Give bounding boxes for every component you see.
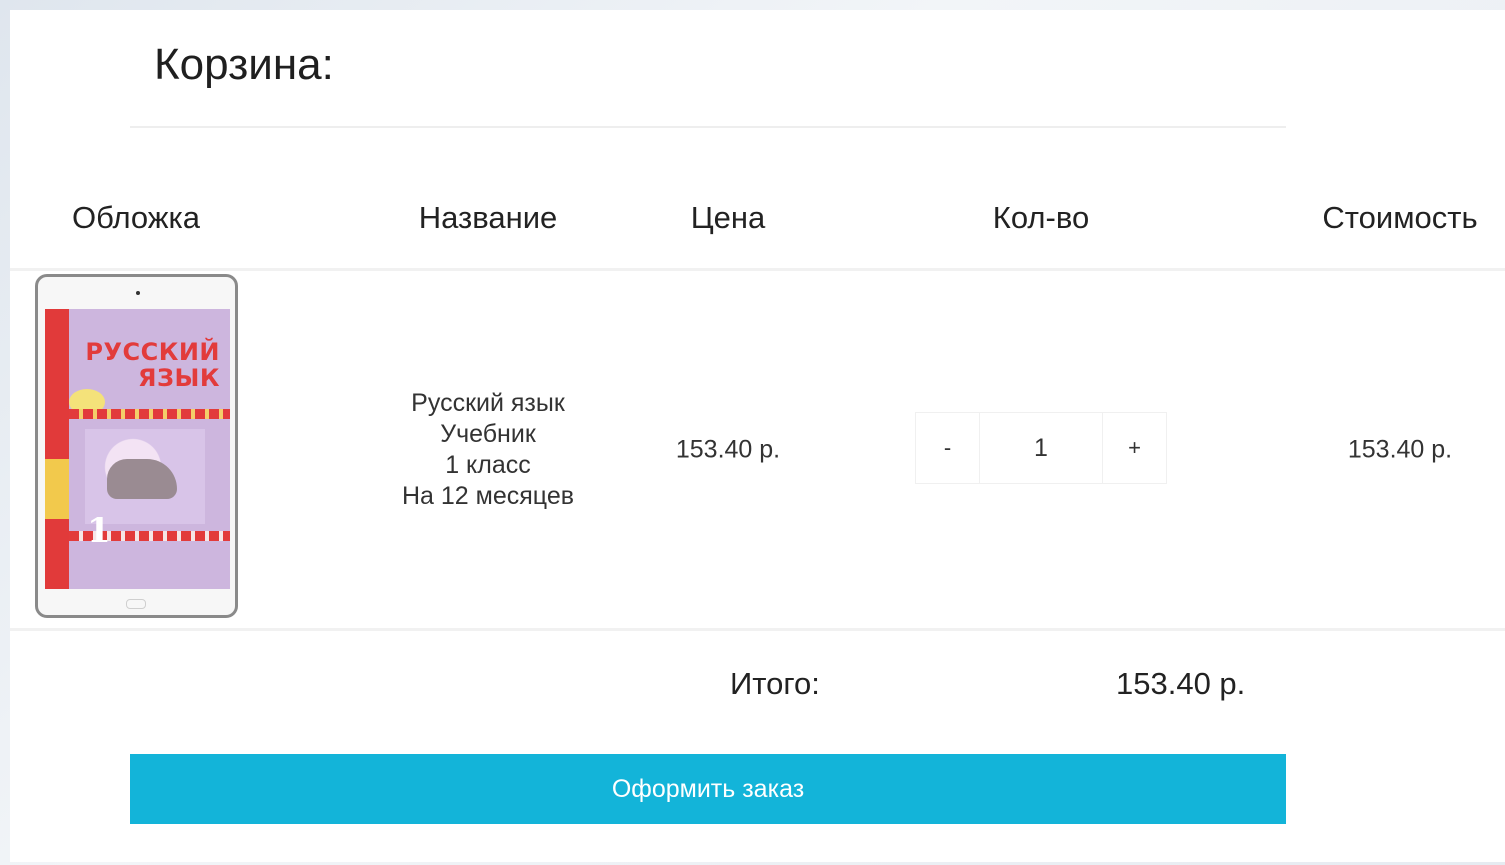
- cover-grade: 1: [87, 511, 111, 551]
- column-header-name: Название: [418, 200, 558, 235]
- product-name-line: 1 класс: [445, 451, 531, 479]
- quantity-stepper: - 1 +: [915, 412, 1167, 484]
- column-header-cover: Обложка: [71, 200, 201, 235]
- cover-title: РУССКИЙ ЯЗЫК: [85, 338, 220, 392]
- tablet-home-button: [126, 599, 146, 609]
- product-cost: 153.40 р.: [1347, 435, 1453, 464]
- column-header-price: Цена: [690, 200, 766, 235]
- product-name: Русский язык Учебник 1 класс На 12 месяц…: [402, 388, 574, 512]
- product-cover-image[interactable]: РУССКИЙ ЯЗЫК 1: [35, 274, 238, 618]
- tablet-camera: [136, 291, 140, 295]
- divider: [130, 126, 1286, 128]
- product-name-line: Русский язык: [411, 389, 565, 417]
- book-cover: РУССКИЙ ЯЗЫК 1: [45, 309, 230, 589]
- divider: [10, 268, 1505, 271]
- cover-spine-accent: [45, 459, 69, 519]
- total-label: Итого:: [730, 666, 820, 701]
- product-name-line: На 12 месяцев: [401, 482, 575, 510]
- page-title: Корзина:: [154, 40, 334, 89]
- cover-spine: [45, 309, 69, 589]
- column-header-cost: Стоимость: [1322, 200, 1478, 235]
- product-price: 153.40 р.: [675, 435, 781, 464]
- cart-panel: Корзина: Обложка Название Цена Кол-во Ст…: [10, 10, 1505, 862]
- total-value: 153.40 р.: [1116, 666, 1246, 701]
- increase-quantity-button[interactable]: +: [1103, 413, 1166, 483]
- cover-ornament: [69, 409, 230, 419]
- divider: [10, 628, 1505, 631]
- checkout-button[interactable]: Оформить заказ: [130, 754, 1286, 824]
- quantity-value[interactable]: 1: [979, 413, 1103, 483]
- decrease-quantity-button[interactable]: -: [916, 413, 979, 483]
- product-name-line: Учебник: [440, 420, 536, 448]
- column-header-qty: Кол-во: [992, 200, 1090, 235]
